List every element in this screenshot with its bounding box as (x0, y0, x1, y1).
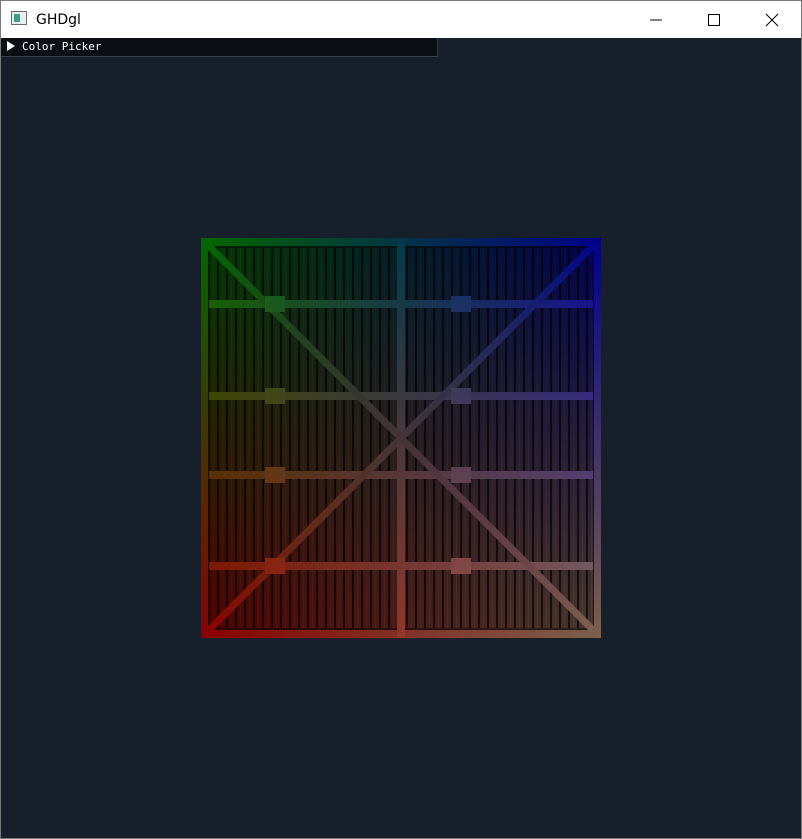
render-viewport: Color Picker (1, 38, 801, 838)
title-bar[interactable]: GHDgl (1, 1, 801, 38)
close-button[interactable] (743, 1, 801, 38)
minimize-button[interactable] (627, 1, 685, 38)
app-window-icon (11, 11, 27, 25)
textured-crate-quad (201, 238, 601, 638)
close-icon (765, 13, 779, 27)
triangle-right-icon[interactable] (7, 41, 15, 51)
color-picker-header[interactable]: Color Picker (1, 38, 438, 57)
minimize-icon (650, 19, 662, 21)
crate-texture (201, 238, 601, 638)
color-picker-label: Color Picker (22, 40, 102, 53)
maximize-icon (708, 14, 720, 26)
app-window: GHDgl Color Picker (0, 0, 802, 839)
maximize-button[interactable] (685, 1, 743, 38)
window-title: GHDgl (36, 12, 81, 28)
